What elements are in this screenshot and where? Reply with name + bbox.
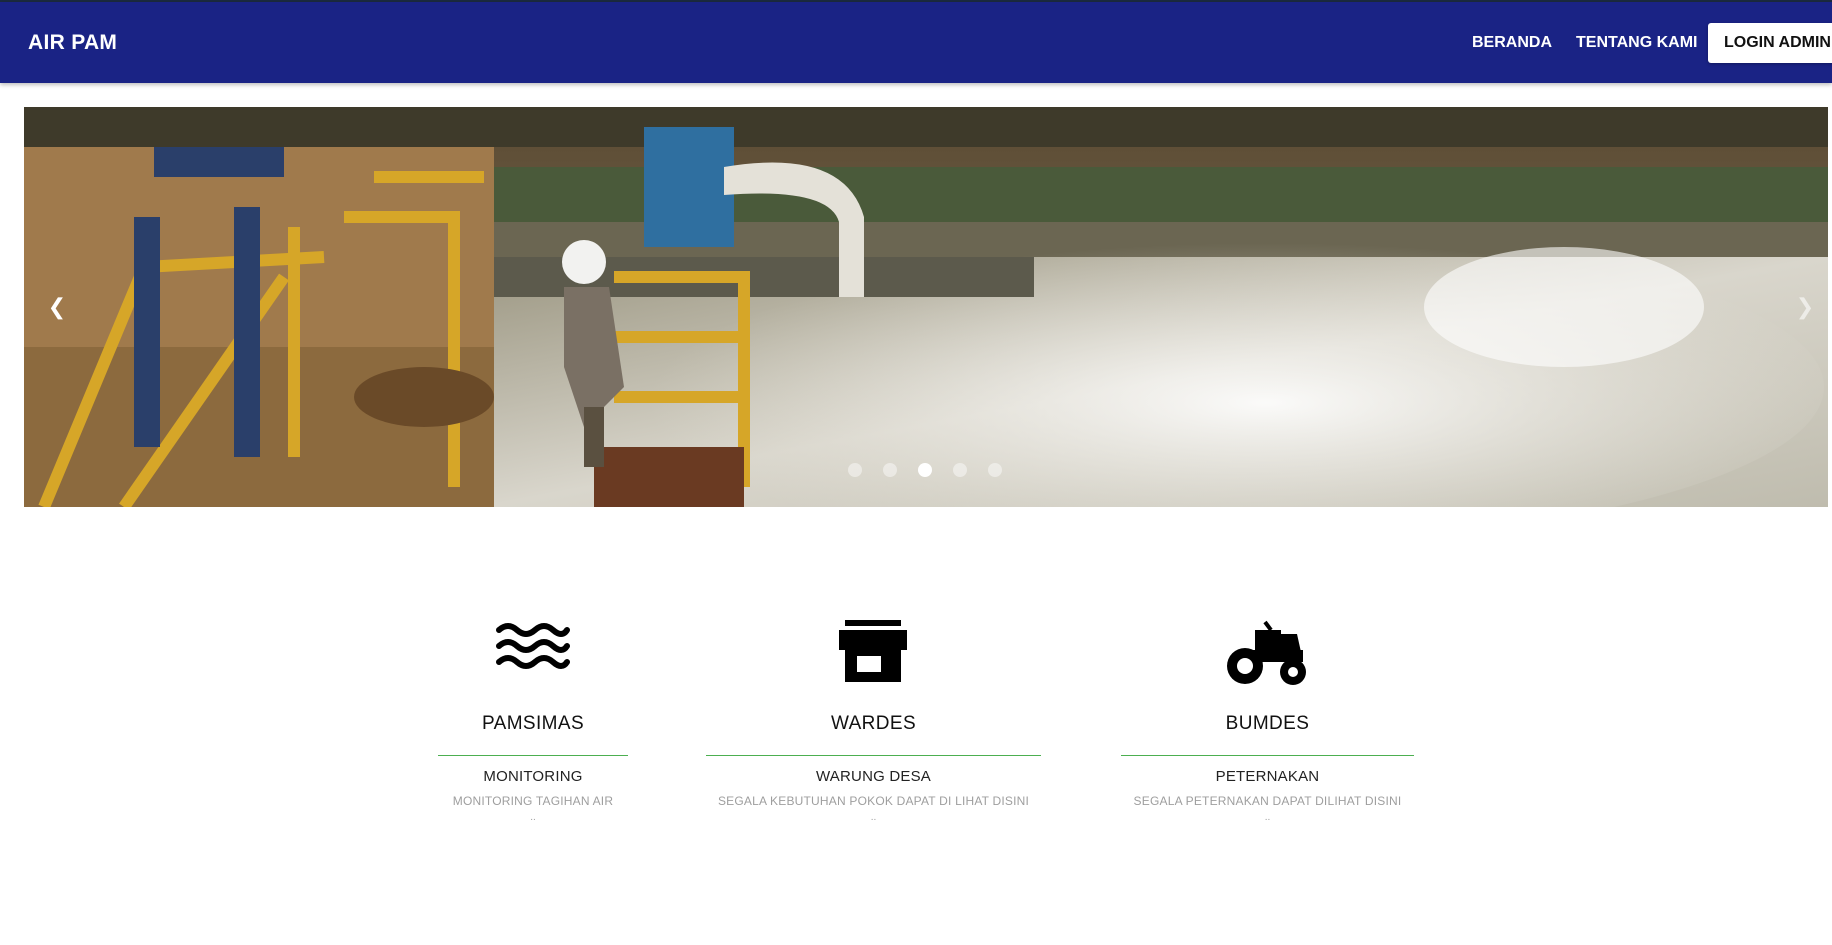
feature-subtitle: MONITORING xyxy=(483,768,583,785)
carousel-indicator[interactable] xyxy=(848,463,862,477)
carousel-indicator[interactable] xyxy=(988,463,1002,477)
navbar: AIR PAM BERANDA TENTANG KAMI LOGIN ADMIN xyxy=(0,2,1832,83)
feature-description: MONITORING TAGIHAN AIR xyxy=(452,794,614,808)
feature-title: BUMDES xyxy=(1225,713,1310,734)
feature-subtitle: PETERNAKAN xyxy=(1215,768,1320,785)
brand-logo[interactable]: AIR PAM xyxy=(28,2,117,83)
carousel-indicator[interactable] xyxy=(883,463,897,477)
divider xyxy=(1121,755,1414,756)
water-waves-icon xyxy=(496,623,570,669)
tractor-icon xyxy=(1227,620,1306,685)
feature-subtitle: WARUNG DESA xyxy=(816,768,931,785)
carousel-indicators xyxy=(24,463,1828,479)
carousel-indicator-active[interactable] xyxy=(918,463,932,477)
feature-description: SEGALA PETERNAKAN DAPAT DILIHAT DISINI xyxy=(1133,794,1402,808)
image-carousel[interactable]: ❮ ❯ xyxy=(24,107,1828,507)
feature-more: .. xyxy=(530,812,536,823)
feature-more: .. xyxy=(870,812,877,823)
feature-title: WARDES xyxy=(830,713,917,734)
divider xyxy=(438,755,628,756)
nav-link-tentang-kami[interactable]: TENTANG KAMI xyxy=(1576,2,1697,83)
carousel-slide-image xyxy=(24,107,1828,507)
carousel-indicator[interactable] xyxy=(953,463,967,477)
store-icon xyxy=(839,620,907,682)
feature-title: PAMSIMAS xyxy=(481,713,585,734)
login-admin-button[interactable]: LOGIN ADMIN xyxy=(1708,23,1832,63)
divider xyxy=(706,755,1041,756)
nav-link-beranda[interactable]: BERANDA xyxy=(1472,2,1552,83)
chevron-left-icon[interactable]: ❮ xyxy=(42,292,72,322)
feature-description: SEGALA KEBUTUHAN POKOK DAPAT DI LIHAT DI… xyxy=(717,794,1030,808)
feature-more: .. xyxy=(1264,812,1271,823)
chevron-right-icon[interactable]: ❯ xyxy=(1790,292,1820,322)
